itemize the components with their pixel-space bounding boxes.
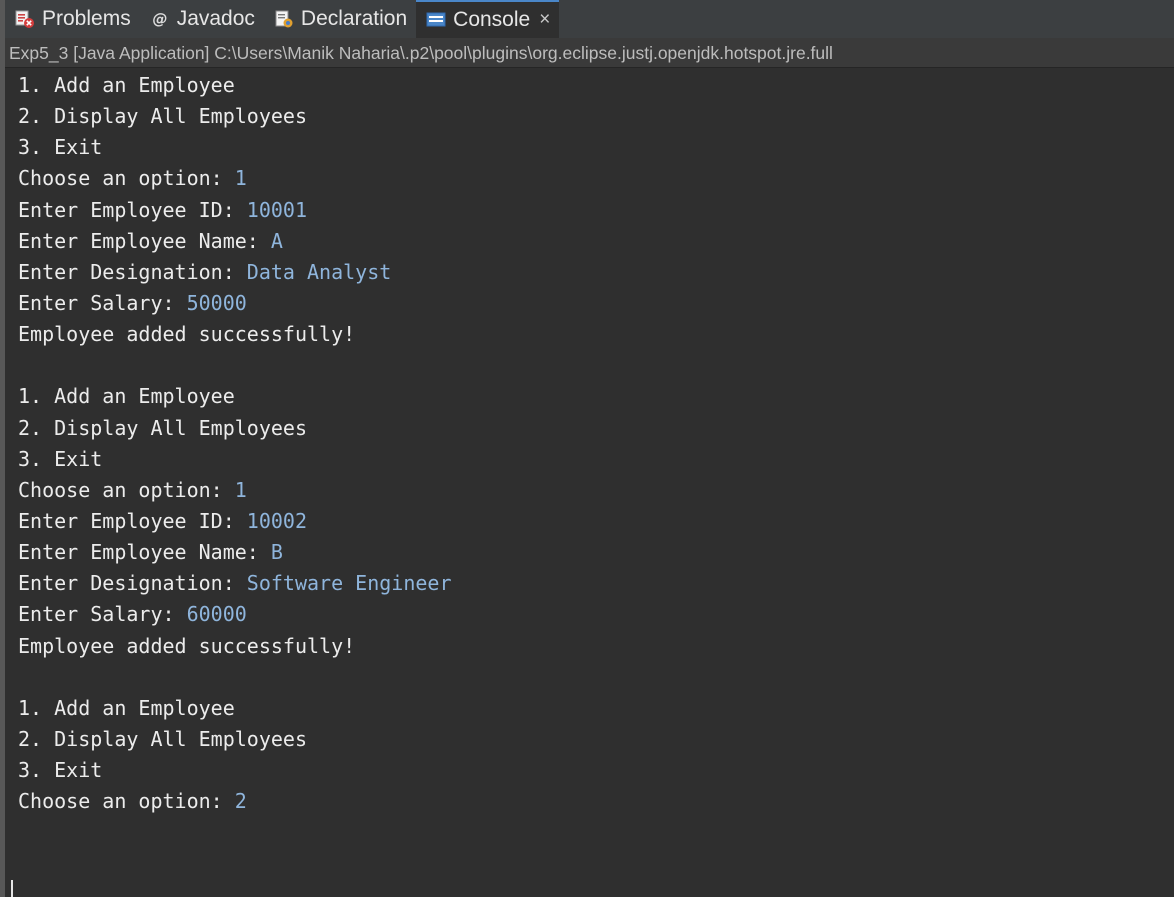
declaration-icon (273, 8, 295, 30)
process-description: Exp5_3 [Java Application] C:\Users\Manik… (5, 38, 1174, 68)
console-output-text: Enter Employee ID: (18, 197, 247, 222)
console-line: 2. Display All Employees (5, 724, 1174, 755)
console-line: 1. Add an Employee (5, 693, 1174, 724)
console-line: 2. Display All Employees (5, 413, 1174, 444)
javadoc-icon: @ (149, 8, 171, 30)
tab-problems[interactable]: Problems (5, 0, 140, 38)
console-line: 2. Display All Employees (5, 101, 1174, 132)
tab-javadoc-label: Javadoc (176, 7, 255, 30)
console-user-input: Data Analyst (246, 259, 392, 284)
console-output-text: 2. Display All Employees (18, 104, 307, 129)
console-output-text: Choose an option: (18, 477, 235, 502)
console-line: 1. Add an Employee (5, 381, 1174, 412)
console-output-text: 3. Exit (18, 758, 103, 783)
console-line: Enter Employee Name: A (5, 226, 1174, 257)
console-line: Choose an option: 1 (5, 163, 1174, 194)
console-line: Enter Salary: 60000 (5, 599, 1174, 630)
console-user-input: 50000 (186, 290, 247, 315)
console-line: 3. Exit (5, 132, 1174, 163)
tab-declaration-label: Declaration (300, 7, 408, 30)
console-user-input: Software Engineer (246, 571, 452, 596)
console-output-text: Choose an option: (18, 166, 235, 191)
console-output[interactable]: 1. Add an Employee 2. Display All Employe… (5, 70, 1174, 897)
console-output-text: Enter Employee Name: (18, 228, 271, 253)
text-cursor (11, 880, 13, 897)
console-output-text: Enter Designation: (18, 259, 247, 284)
console-user-input: 1 (234, 166, 247, 191)
problems-icon (14, 8, 36, 30)
console-output-text: 1. Add an Employee (18, 695, 235, 720)
tab-declaration[interactable]: Declaration (264, 0, 416, 38)
console-line: Enter Salary: 50000 (5, 288, 1174, 319)
tab-problems-label: Problems (42, 7, 131, 30)
tab-console-label: Console (453, 8, 531, 31)
console-icon (425, 9, 447, 31)
console-output-text: Enter Designation: (18, 571, 247, 596)
tab-console[interactable]: Console × (416, 0, 560, 38)
console-line: Choose an option: 2 (5, 786, 1174, 817)
console-line: Employee added successfully! (5, 319, 1174, 350)
console-line: Employee added successfully! (5, 631, 1174, 662)
console-user-input: B (270, 540, 283, 565)
console-output-text: Choose an option: (18, 789, 235, 814)
console-output-text: 1. Add an Employee (18, 73, 235, 97)
console-output-text: 3. Exit (18, 135, 103, 160)
console-user-input: 1 (234, 477, 247, 502)
console-output-text: Enter Employee ID: (18, 508, 247, 533)
console-output-text: 2. Display All Employees (18, 726, 307, 751)
console-user-input: 60000 (186, 602, 247, 627)
console-line: Enter Designation: Data Analyst (5, 257, 1174, 288)
console-output-text: Enter Salary: (18, 290, 187, 315)
console-output-text: Employee added successfully! (18, 322, 356, 347)
eclipse-console-view: Problems @ Javadoc Declaration Console ×… (0, 0, 1174, 897)
console-line: Choose an option: 1 (5, 475, 1174, 506)
console-line: 3. Exit (5, 444, 1174, 475)
console-output-text: 3. Exit (18, 446, 103, 471)
console-line: Enter Employee Name: B (5, 537, 1174, 568)
console-output-text: 2. Display All Employees (18, 415, 307, 440)
console-output-text: Employee added successfully! (18, 633, 356, 658)
console-output-text: 1. Add an Employee (18, 384, 235, 409)
console-output-text: Enter Salary: (18, 602, 187, 627)
console-line: 1. Add an Employee (5, 70, 1174, 101)
view-tab-bar: Problems @ Javadoc Declaration Console × (5, 0, 1174, 38)
console-output-text: Enter Employee Name: (18, 540, 271, 565)
console-user-input: 2 (234, 789, 247, 814)
tab-javadoc[interactable]: @ Javadoc (140, 0, 264, 38)
console-user-input: A (270, 228, 283, 253)
close-icon[interactable]: × (539, 9, 550, 31)
console-line: 3. Exit (5, 755, 1174, 786)
svg-text:@: @ (152, 10, 167, 28)
console-user-input: 10002 (246, 508, 307, 533)
console-user-input: 10001 (246, 197, 307, 222)
console-line: Enter Employee ID: 10001 (5, 195, 1174, 226)
console-line: Enter Designation: Software Engineer (5, 568, 1174, 599)
console-line: Enter Employee ID: 10002 (5, 506, 1174, 537)
